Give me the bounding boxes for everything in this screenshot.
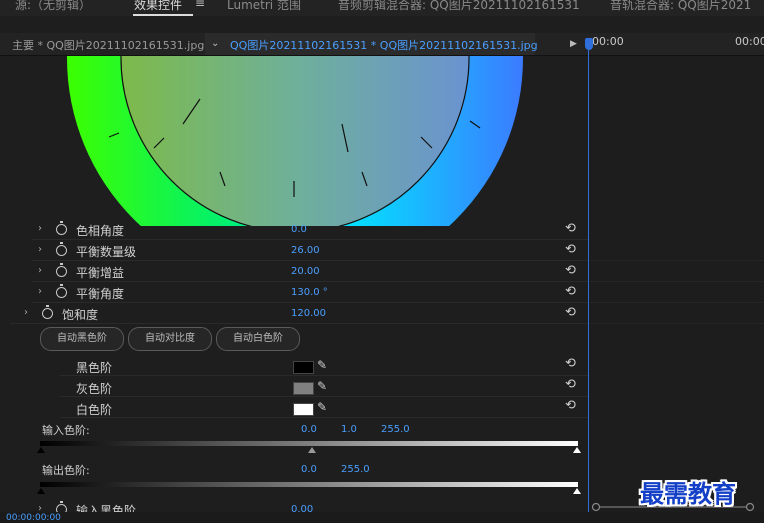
output-black-handle[interactable] bbox=[37, 488, 45, 494]
playhead-handle[interactable] bbox=[585, 38, 593, 50]
tab-audio-track-mixer[interactable]: 音轨混合器: QQ图片2021 bbox=[610, 0, 751, 13]
reset-icon[interactable]: ⟲ bbox=[565, 398, 576, 413]
param-value[interactable]: 26.00 bbox=[291, 245, 320, 256]
expand-arrow-icon[interactable]: › bbox=[38, 265, 42, 276]
input-levels-gradient bbox=[40, 441, 578, 446]
eyedropper-icon[interactable]: ✎ bbox=[317, 379, 327, 393]
tab-lumetri-scopes[interactable]: Lumetri 范围 bbox=[227, 0, 301, 13]
expand-arrow-icon[interactable]: › bbox=[38, 286, 42, 297]
tab-audio-clip-mixer[interactable]: 音频剪辑混合器: QQ图片20211102161531 bbox=[338, 0, 580, 13]
param-label: 白色阶 bbox=[76, 403, 113, 417]
output-black-value[interactable]: 0.0 bbox=[301, 464, 317, 475]
reset-icon[interactable]: ⟲ bbox=[565, 242, 576, 257]
row-divider bbox=[60, 417, 588, 418]
reset-icon[interactable]: ⟲ bbox=[565, 356, 576, 371]
reset-icon[interactable]: ⟲ bbox=[565, 221, 576, 236]
black-level-swatch[interactable] bbox=[293, 361, 314, 374]
expand-arrow-icon[interactable]: › bbox=[38, 244, 42, 255]
output-white-handle[interactable] bbox=[573, 488, 581, 494]
current-timecode[interactable]: 00:00:00:00 bbox=[6, 513, 61, 523]
eyedropper-icon[interactable]: ✎ bbox=[317, 358, 327, 372]
row-divider bbox=[32, 239, 588, 240]
effect-timeline[interactable] bbox=[589, 56, 764, 523]
auto-white-level-button[interactable]: 自动白色阶 bbox=[216, 327, 300, 351]
row-divider bbox=[60, 396, 588, 397]
color-wheel[interactable] bbox=[0, 56, 588, 226]
auto-black-level-button[interactable]: 自动黑色阶 bbox=[40, 327, 124, 351]
timeline-row-divider bbox=[590, 281, 764, 282]
input-levels-label: 输入色阶: bbox=[42, 424, 90, 437]
eyedropper-icon[interactable]: ✎ bbox=[317, 400, 327, 414]
reset-icon[interactable]: ⟲ bbox=[565, 284, 576, 299]
master-clip-label[interactable]: 主要 * QQ图片20211102161531.jpg bbox=[12, 37, 204, 53]
output-levels-label: 输出色阶: bbox=[42, 464, 90, 477]
param-value[interactable]: 20.00 bbox=[291, 266, 320, 277]
param-label: 饱和度 bbox=[62, 308, 99, 322]
stopwatch-icon[interactable] bbox=[42, 305, 53, 319]
timeline-timecode-end: 00:00 bbox=[735, 35, 764, 48]
row-divider bbox=[32, 281, 588, 282]
gray-level-swatch[interactable] bbox=[293, 382, 314, 395]
effect-controls-header: 主要 * QQ图片20211102161531.jpg ⌄ QQ图片202111… bbox=[0, 33, 764, 56]
chevron-down-icon[interactable]: ⌄ bbox=[211, 38, 219, 49]
active-tab-indicator bbox=[133, 14, 193, 16]
param-label: 灰色阶 bbox=[76, 382, 113, 396]
stopwatch-icon[interactable] bbox=[56, 263, 67, 277]
input-black-handle[interactable] bbox=[37, 447, 45, 453]
param-value[interactable]: 0.0 bbox=[291, 224, 307, 235]
input-white-handle[interactable] bbox=[573, 447, 581, 453]
panel-menu-icon[interactable]: ≡ bbox=[195, 0, 205, 10]
input-black-value[interactable]: 0.0 bbox=[301, 424, 317, 435]
playhead-line[interactable] bbox=[588, 40, 589, 523]
watermark-logo: 最需教育 bbox=[640, 480, 736, 508]
param-label: 平衡增益 bbox=[76, 266, 125, 280]
row-divider bbox=[32, 260, 588, 261]
param-label: 黑色阶 bbox=[76, 361, 113, 375]
row-divider bbox=[32, 302, 588, 303]
output-white-value[interactable]: 255.0 bbox=[341, 464, 370, 475]
input-white-value[interactable]: 255.0 bbox=[381, 424, 410, 435]
clip-selector-label[interactable]: QQ图片20211102161531 * QQ图片20211102161531.… bbox=[230, 37, 538, 53]
output-levels-gradient bbox=[40, 482, 578, 487]
timeline-row-divider bbox=[590, 260, 764, 261]
param-label: 平衡角度 bbox=[76, 287, 125, 301]
status-strip: 00:00:00:00 bbox=[0, 512, 764, 523]
reset-icon[interactable]: ⟲ bbox=[565, 377, 576, 392]
row-divider bbox=[10, 323, 588, 324]
reset-icon[interactable]: ⟲ bbox=[565, 305, 576, 320]
param-value[interactable]: 120.00 bbox=[291, 308, 326, 319]
timeline-timecode-start: 00:00 bbox=[592, 35, 624, 48]
param-value[interactable]: 130.0 ° bbox=[291, 287, 328, 298]
stopwatch-icon[interactable] bbox=[56, 221, 67, 235]
param-label: 平衡数量级 bbox=[76, 245, 137, 259]
timeline-row-divider bbox=[590, 302, 764, 303]
tab-source[interactable]: 源:（无剪辑） bbox=[15, 0, 91, 13]
tab-effect-controls[interactable]: 效果控件 bbox=[134, 0, 182, 13]
expand-arrow-icon[interactable]: › bbox=[24, 307, 28, 318]
row-divider bbox=[60, 375, 588, 376]
param-label: 色相角度 bbox=[76, 224, 125, 238]
input-gray-handle[interactable] bbox=[308, 447, 316, 453]
expand-arrow-icon[interactable]: › bbox=[38, 223, 42, 234]
play-icon[interactable]: ▶ bbox=[570, 39, 577, 49]
white-level-swatch[interactable] bbox=[293, 403, 314, 416]
reset-icon[interactable]: ⟲ bbox=[565, 263, 576, 278]
auto-contrast-button[interactable]: 自动对比度 bbox=[128, 327, 212, 351]
timeline-row-divider bbox=[590, 323, 764, 324]
panel-tab-bar: 源:（无剪辑） 效果控件 ≡ Lumetri 范围 音频剪辑混合器: QQ图片2… bbox=[0, 0, 764, 16]
stopwatch-icon[interactable] bbox=[56, 242, 67, 256]
input-gray-value[interactable]: 1.0 bbox=[341, 424, 357, 435]
stopwatch-icon[interactable] bbox=[56, 284, 67, 298]
